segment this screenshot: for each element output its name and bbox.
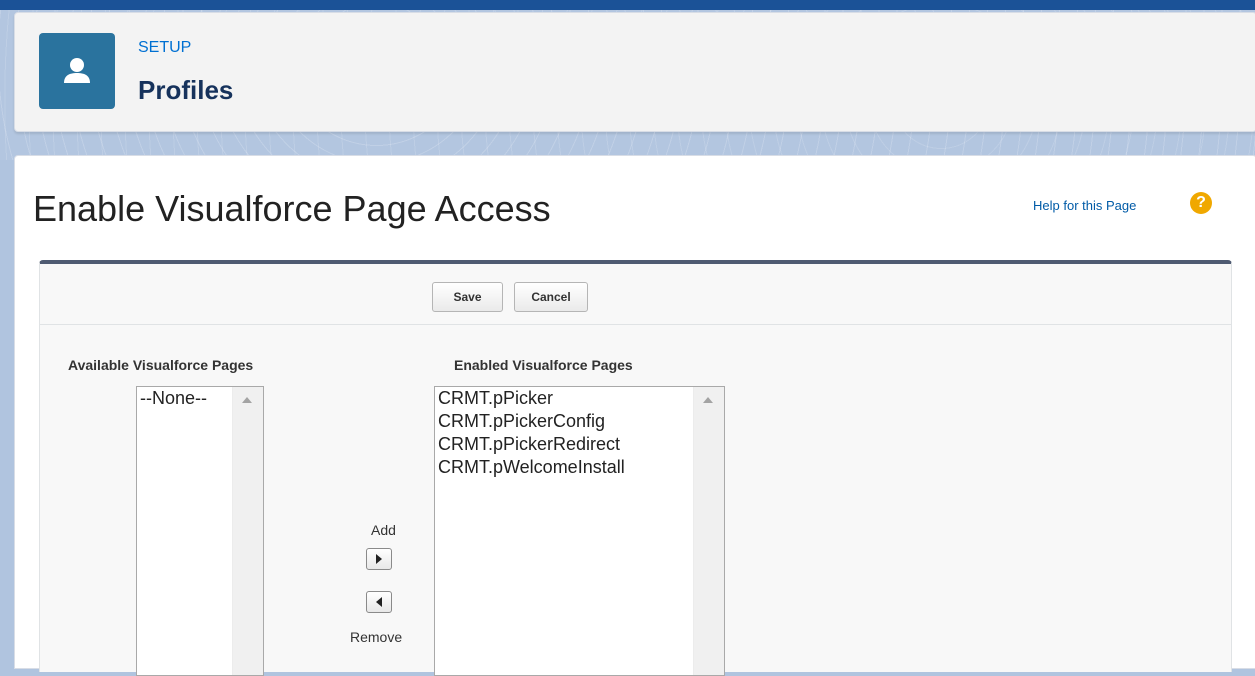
add-label: Add	[371, 522, 396, 538]
available-pages-label: Available Visualforce Pages	[68, 357, 254, 373]
page-body: Enable Visualforce Page Access Help for …	[14, 155, 1255, 676]
button-row: Save Cancel	[40, 264, 1231, 325]
help-icon[interactable]: ?	[1190, 192, 1212, 214]
list-item[interactable]: CRMT.pWelcomeInstall	[435, 456, 724, 479]
help-link[interactable]: Help for this Page	[1033, 198, 1136, 213]
user-icon	[39, 33, 115, 109]
scrollbar[interactable]	[232, 387, 263, 675]
available-pages-list[interactable]: --None--	[136, 386, 264, 676]
list-item[interactable]: CRMT.pPickerConfig	[435, 410, 724, 433]
add-button[interactable]	[366, 548, 392, 570]
scrollbar[interactable]	[693, 387, 724, 675]
remove-button[interactable]	[366, 591, 392, 613]
list-item[interactable]: CRMT.pPickerRedirect	[435, 433, 724, 456]
list-item[interactable]: CRMT.pPicker	[435, 387, 724, 410]
page-title: Enable Visualforce Page Access	[33, 188, 551, 229]
cancel-button[interactable]: Cancel	[514, 282, 588, 312]
setup-header: SETUP Profiles	[14, 12, 1255, 132]
top-bar	[0, 0, 1255, 10]
enabled-pages-label: Enabled Visualforce Pages	[454, 357, 633, 373]
scroll-up-icon[interactable]	[703, 397, 713, 403]
header-title: Profiles	[138, 75, 234, 105]
enabled-pages-list[interactable]: CRMT.pPicker CRMT.pPickerConfig CRMT.pPi…	[434, 386, 725, 676]
edit-block: Save Cancel Available Visualforce Pages …	[39, 260, 1232, 676]
remove-label: Remove	[350, 629, 403, 645]
arrow-right-icon	[376, 554, 382, 564]
scroll-up-icon[interactable]	[242, 397, 252, 403]
header-eyebrow[interactable]: SETUP	[138, 39, 191, 57]
arrow-left-icon	[376, 597, 382, 607]
save-button[interactable]: Save	[432, 282, 503, 312]
